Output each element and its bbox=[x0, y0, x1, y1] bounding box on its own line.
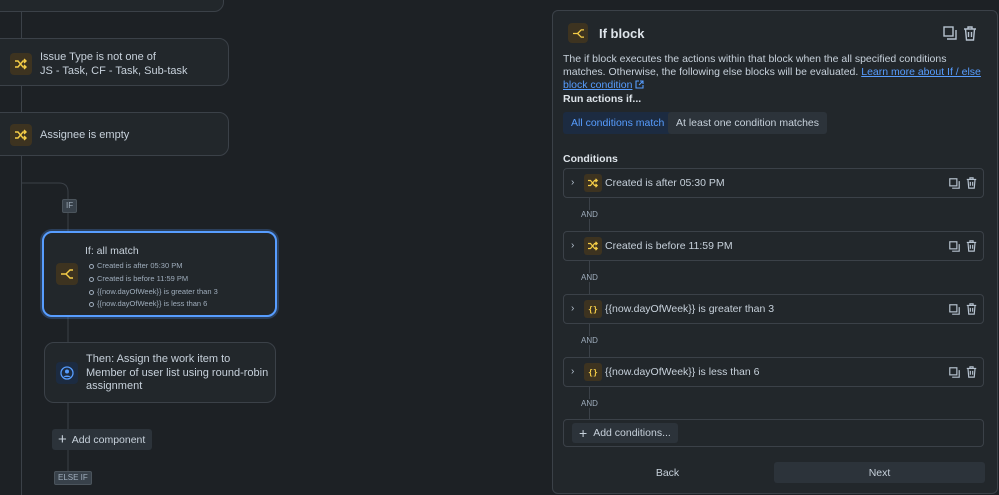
then-line2: Member of user list using round-robin bbox=[86, 366, 269, 379]
duplicate-condition-icon[interactable] bbox=[947, 239, 961, 253]
list-item: Created is before 11:59 PM bbox=[89, 273, 218, 286]
condition-row[interactable]: › Created is after 05:30 PM bbox=[563, 168, 984, 198]
braces-icon: {} bbox=[584, 300, 602, 318]
conditions-label: Conditions bbox=[563, 153, 618, 165]
shuffle-icon bbox=[584, 237, 602, 255]
condition-text: Created is before 11:59 PM bbox=[605, 240, 733, 252]
option-at-least-one[interactable]: At least one condition matches bbox=[668, 112, 828, 134]
then-line3: assignment bbox=[86, 380, 143, 392]
duplicate-condition-icon[interactable] bbox=[947, 302, 961, 316]
duplicate-condition-icon[interactable] bbox=[947, 176, 961, 190]
next-button[interactable]: Next bbox=[774, 462, 985, 483]
condition-row[interactable]: › {} {{now.dayOfWeek}} is greater than 3 bbox=[563, 294, 984, 324]
option-all-conditions[interactable]: All conditions match bbox=[563, 112, 673, 134]
condition-text: {{now.dayOfWeek}} is greater than 3 bbox=[605, 303, 775, 315]
issue-type-condition-card[interactable]: Issue Type is not one of JS - Task, CF -… bbox=[0, 38, 229, 86]
and-connector-label: AND bbox=[581, 399, 598, 408]
delete-condition-icon[interactable] bbox=[964, 176, 978, 190]
and-connector-label: AND bbox=[581, 336, 598, 345]
condition-text: {{now.dayOfWeek}} is less than 6 bbox=[605, 366, 760, 378]
issue-type-line2: JS - Task, CF - Task, Sub-task bbox=[40, 65, 188, 77]
chevron-right-icon[interactable]: › bbox=[571, 303, 574, 314]
external-link-icon bbox=[635, 80, 644, 93]
branch-icon bbox=[56, 263, 78, 285]
chevron-right-icon[interactable]: › bbox=[571, 366, 574, 377]
list-item: {{now.dayOfWeek}} is less than 6 bbox=[89, 298, 218, 311]
if-block-card[interactable]: If: all match Created is after 05:30 PM … bbox=[42, 231, 277, 317]
back-button[interactable]: Back bbox=[563, 462, 772, 483]
flow-card-partial[interactable] bbox=[0, 0, 224, 12]
and-connector-label: AND bbox=[581, 273, 598, 282]
add-conditions-label: Add conditions... bbox=[593, 427, 671, 439]
delete-block-button[interactable] bbox=[961, 24, 979, 42]
chevron-right-icon[interactable]: › bbox=[571, 177, 574, 188]
add-conditions-button[interactable]: + Add conditions... bbox=[572, 423, 678, 443]
else-if-tag: ELSE IF bbox=[54, 471, 92, 485]
then-action-card[interactable]: Then: Assign the work item to Member of … bbox=[44, 342, 276, 403]
if-block-condition-list: Created is after 05:30 PM Created is bef… bbox=[85, 260, 218, 311]
if-block-title: If: all match bbox=[85, 245, 139, 257]
add-conditions-row: + Add conditions... bbox=[563, 419, 984, 447]
panel-description: The if block executes the actions within… bbox=[563, 53, 983, 93]
branch-icon bbox=[568, 23, 588, 43]
plus-icon: + bbox=[58, 430, 67, 448]
shuffle-icon bbox=[584, 174, 602, 192]
delete-condition-icon[interactable] bbox=[964, 239, 978, 253]
list-item: Created is after 05:30 PM bbox=[89, 260, 218, 273]
chevron-right-icon[interactable]: › bbox=[571, 240, 574, 251]
delete-condition-icon[interactable] bbox=[964, 302, 978, 316]
panel-title: If block bbox=[599, 26, 645, 41]
plus-icon: + bbox=[579, 425, 588, 441]
shuffle-icon bbox=[10, 53, 32, 75]
issue-type-line1: Issue Type is not one of bbox=[40, 51, 156, 63]
and-connector-label: AND bbox=[581, 210, 598, 219]
delete-condition-icon[interactable] bbox=[964, 365, 978, 379]
if-block-config-panel: If block The if block executes the actio… bbox=[552, 10, 998, 494]
duplicate-condition-icon[interactable] bbox=[947, 365, 961, 379]
condition-row[interactable]: › Created is before 11:59 PM bbox=[563, 231, 984, 261]
user-icon bbox=[56, 362, 78, 384]
add-component-label: Add component bbox=[71, 433, 146, 446]
condition-row[interactable]: › {} {{now.dayOfWeek}} is less than 6 bbox=[563, 357, 984, 387]
duplicate-block-button[interactable] bbox=[941, 24, 959, 42]
assignee-condition-card[interactable]: Assignee is empty bbox=[0, 112, 229, 156]
add-component-button[interactable]: + Add component bbox=[52, 429, 153, 450]
assignee-label: Assignee is empty bbox=[40, 129, 130, 141]
then-line1: Then: Assign the work item to bbox=[86, 353, 231, 365]
if-tag: IF bbox=[62, 199, 78, 213]
condition-text: Created is after 05:30 PM bbox=[605, 177, 725, 189]
run-actions-label: Run actions if... bbox=[563, 93, 642, 105]
shuffle-icon bbox=[10, 124, 32, 146]
list-item: {{now.dayOfWeek}} is greater than 3 bbox=[89, 286, 218, 299]
braces-icon: {} bbox=[584, 363, 602, 381]
